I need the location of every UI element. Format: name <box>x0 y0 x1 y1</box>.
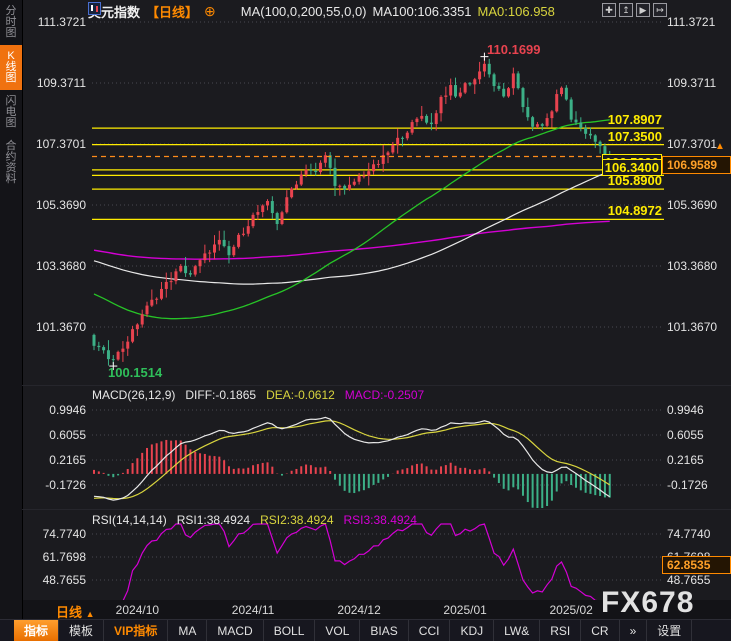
price-axis-label-left: 109.3711 <box>24 76 86 90</box>
current-price-badge: 106.9589 <box>662 156 731 174</box>
rsi-axis-label-right: 48.7655 <box>667 573 710 587</box>
fx678-watermark: FX678 <box>601 586 694 620</box>
toolbar-item-CCI[interactable]: CCI <box>409 620 451 641</box>
rsi-header-part: RSI2:38.4924 <box>260 513 333 527</box>
ma0-value-label: MA0:106.958 <box>478 4 555 19</box>
timeframe-label: 【日线】 <box>146 2 198 21</box>
toolbar-item-»[interactable]: » <box>620 620 648 641</box>
rsi-header: RSI(14,14,14) RSI1:38.4924 RSI2:38.4924 RSI… <box>92 513 417 527</box>
low-price-annotation: 100.1514 <box>108 365 162 380</box>
toolbar-item-BIAS[interactable]: BIAS <box>360 620 408 641</box>
toolbar-item-CR[interactable]: CR <box>581 620 619 641</box>
sidebar-item-K线图[interactable]: K线图 <box>0 45 22 90</box>
price-axis-label-left: 105.3690 <box>24 198 86 212</box>
price-axis-label-right: 105.3690 <box>667 198 717 212</box>
toolbar-item-设置[interactable]: 设置 <box>647 620 692 641</box>
macd-header-part: DEA:-0.0612 <box>266 388 335 402</box>
dropdown-arrow-icon: ▲ <box>86 609 95 619</box>
sidebar-item-合约资料[interactable]: 合约资料 <box>0 135 22 191</box>
price-level-label: 107.8907 <box>608 112 662 127</box>
date-tick-label: 2025/01 <box>443 603 486 617</box>
macd-header-part: MACD:-0.2507 <box>345 388 424 402</box>
macd-axis-label-left: 0.2165 <box>24 453 86 467</box>
toolbar-item-VIP指标[interactable]: VIP指标 <box>104 620 168 641</box>
rsi-header-part: RSI(14,14,14) <box>92 513 167 527</box>
price-level-label: 107.3500 <box>608 129 662 144</box>
macd-axis-label-left: -0.1726 <box>24 478 86 492</box>
price-arrow-icon: ▲ <box>715 141 725 152</box>
toolbar-item-VOL[interactable]: VOL <box>315 620 360 641</box>
rsi-axis-label-left: 61.7698 <box>24 550 86 564</box>
macd-header-part: DIFF:-0.1865 <box>185 388 256 402</box>
macd-axis-label-left: 0.9946 <box>24 403 86 417</box>
toolbar-item-指标[interactable]: 指标 <box>14 620 59 641</box>
price-axis-label-left: 107.3701 <box>24 137 86 151</box>
rsi-value-badge: 62.8535 <box>662 556 731 574</box>
pane-separator <box>22 509 731 510</box>
rsi-axis-label-right: 74.7740 <box>667 527 710 541</box>
scale-right-icon[interactable]: ▶ <box>636 3 650 17</box>
price-axis-label-right: 107.3701 <box>667 137 717 151</box>
macd-axis-label-right: 0.9946 <box>667 403 704 417</box>
price-axis-label-right: 109.3711 <box>667 76 716 90</box>
pan-icon[interactable]: ✚ <box>602 3 616 17</box>
ma100-value-label: MA100:106.3351 <box>373 4 472 19</box>
macd-axis-label-right: -0.1726 <box>667 478 708 492</box>
high-price-annotation: 110.1699 <box>487 42 541 57</box>
pane-export-icon[interactable]: ↦ <box>653 3 667 17</box>
toolbar-item-LW&[interactable]: LW& <box>494 620 540 641</box>
toolbar-item-模板[interactable]: 模板 <box>59 620 104 641</box>
sidebar-item-闪电图[interactable]: 闪电图 <box>0 90 22 135</box>
add-indicator-icon[interactable]: ⊕ <box>204 4 216 18</box>
chart-header: 美元指数 【日线】 ⊕ MA(100,0,200,55,0,0) MA100:1… <box>88 2 555 20</box>
rsi-axis-label-left: 48.7655 <box>24 573 86 587</box>
indicator-toolbar: 指标模板VIP指标MAMACDBOLLVOLBIASCCIKDJLW&RSICR… <box>0 619 731 641</box>
rsi-axis-label-left: 74.7740 <box>24 527 86 541</box>
toolbar-item-MA[interactable]: MA <box>168 620 207 641</box>
macd-axis-label-right: 0.2165 <box>667 453 704 467</box>
price-axis-label-right: 111.3721 <box>667 15 715 29</box>
macd-axis-label-right: 0.6055 <box>667 428 704 442</box>
toolbar-item-KDJ[interactable]: KDJ <box>450 620 494 641</box>
price-axis-label-left: 111.3721 <box>24 15 86 29</box>
macd-axis-label-left: 0.6055 <box>24 428 86 442</box>
price-axis-label-right: 101.3670 <box>667 320 717 334</box>
toolbar-item-RSI[interactable]: RSI <box>540 620 581 641</box>
toolbar-item-BOLL[interactable]: BOLL <box>264 620 316 641</box>
price-level-label: 104.8972 <box>608 203 662 218</box>
ma-settings-label: MA(100,0,200,55,0,0) <box>241 4 367 19</box>
trading-app-window: 分时图K线图闪电图合约资料 美元指数 【日线】 ⊕ MA(100,0,200,5… <box>0 0 731 641</box>
pane-separator <box>22 385 731 386</box>
price-axis-label-right: 103.3680 <box>667 259 717 273</box>
macd-header: MACD(26,12,9) DIFF:-0.1865 DEA:-0.0612 MACD… <box>92 388 424 402</box>
candlestick-mini-icon[interactable] <box>222 5 235 18</box>
price-axis-label-left: 101.3670 <box>24 320 86 334</box>
date-tick-label: 2025/02 <box>549 603 592 617</box>
rsi-header-part: RSI3:38.4924 <box>344 513 417 527</box>
chart-type-sidebar: 分时图K线图闪电图合约资料 <box>0 0 23 619</box>
toolbar-item-MACD[interactable]: MACD <box>207 620 263 641</box>
macd-header-part: MACD(26,12,9) <box>92 388 175 402</box>
date-tick-label: 2024/12 <box>337 603 380 617</box>
price-axis-label-left: 103.3680 <box>24 259 86 273</box>
price-level-label: 105.8900 <box>608 173 662 188</box>
window-tool-icons: ✚↥▶↦ <box>602 3 667 17</box>
date-tick-label: 2024/10 <box>116 603 159 617</box>
rsi-header-part: RSI1:38.4924 <box>177 513 250 527</box>
date-tick-label: 2024/11 <box>232 603 275 617</box>
sidebar-item-分时图[interactable]: 分时图 <box>0 0 22 45</box>
scale-left-icon[interactable]: ↥ <box>619 3 633 17</box>
